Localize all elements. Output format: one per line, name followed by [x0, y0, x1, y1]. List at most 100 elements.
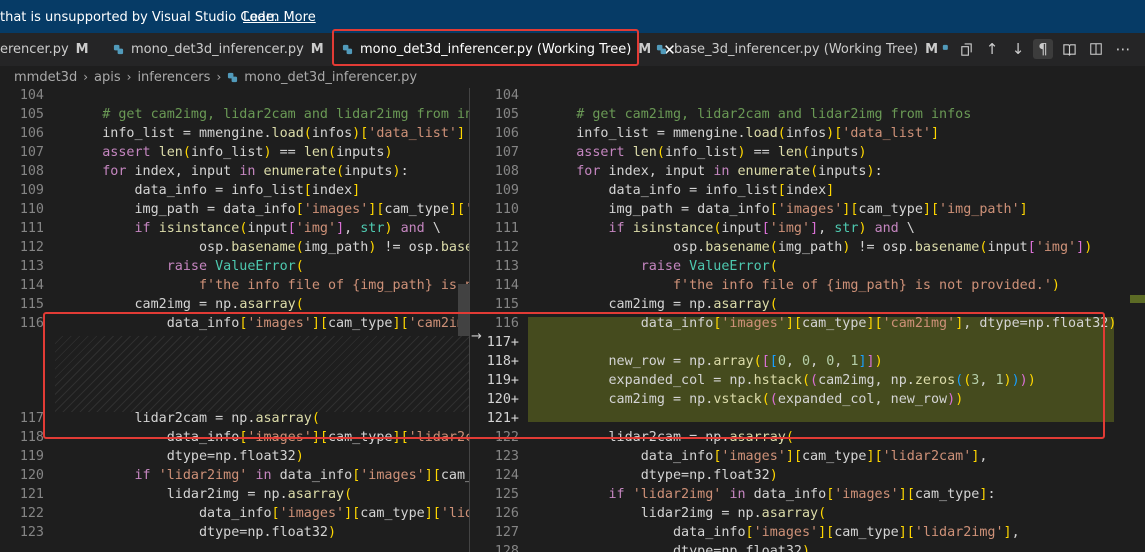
- code-text: info_list = mmengine.load(infos)['data_l…: [70, 126, 466, 141]
- code-line[interactable]: 108 for index, input in enumerate(inputs…: [0, 163, 470, 182]
- right-scrollbar[interactable]: [1114, 88, 1145, 552]
- code-text: osp.basename(img_path) != osp.basename(i…: [70, 240, 470, 255]
- code-line[interactable]: 105 # get cam2img, lidar2cam and lidar2i…: [0, 106, 470, 125]
- line-number: 115: [494, 297, 519, 312]
- code-line[interactable]: 105 # get cam2img, lidar2cam and lidar2i…: [470, 106, 1145, 125]
- line-number: 114: [494, 278, 519, 293]
- code-text: f'the info file of {img_path} is not pro…: [199, 278, 470, 293]
- active-tab-highlight: [332, 29, 639, 66]
- line-number: 112: [19, 240, 44, 255]
- code-text: data_info['images'][cam_type]['lidar2cam…: [544, 449, 988, 464]
- code-text: data_info = info_list[index]: [70, 183, 361, 198]
- code-line[interactable]: 114 f'the info file of {img_path} is not…: [0, 277, 470, 296]
- code-line[interactable]: 119 dtype=np.float32): [0, 448, 470, 467]
- modified-badge: M: [925, 42, 939, 57]
- code-line[interactable]: 106 info_list = mmengine.load(infos)['da…: [470, 125, 1145, 144]
- code-text: if 'lidar2img' in data_info['images'][ca…: [608, 487, 996, 502]
- line-number: 116: [19, 316, 44, 331]
- code-text: if isinstance(input['img'], str) and \: [608, 221, 915, 236]
- scrollbar-change-marker: [1130, 295, 1145, 303]
- code-line[interactable]: 121 lidar2img = np.asarray(: [0, 486, 470, 505]
- code-text: # get cam2img, lidar2cam and lidar2img f…: [102, 107, 470, 122]
- code-text: data_info['images'][cam_type]['lidar2img…: [544, 525, 1020, 540]
- code-text: img_path = data_info['images'][cam_type]…: [70, 202, 470, 217]
- chevron-right-icon: ›: [83, 70, 89, 84]
- arrow-down-icon[interactable]: ↓: [1008, 39, 1028, 59]
- line-number: 114: [19, 278, 44, 293]
- line-number: 110: [494, 202, 519, 217]
- modified-badge: M: [638, 42, 652, 57]
- code-line[interactable]: 120 if 'lidar2img' in data_info['images'…: [0, 467, 470, 486]
- code-line[interactable]: 123 dtype=np.float32): [0, 524, 470, 543]
- line-number: 117: [19, 411, 44, 426]
- code-line[interactable]: 114 f'the info file of {img_path} is not…: [470, 277, 1145, 296]
- code-line[interactable]: 111 if isinstance(input['img'], str) and…: [470, 220, 1145, 239]
- code-line[interactable]: 107 assert len(info_list) == len(inputs): [0, 144, 470, 163]
- line-number: 111: [494, 221, 519, 236]
- code-line[interactable]: 125 if 'lidar2img' in data_info['images'…: [470, 486, 1145, 505]
- code-line[interactable]: 122 data_info['images'][cam_type]['lidar…: [0, 505, 470, 524]
- breadcrumb-apis[interactable]: apis: [94, 70, 121, 85]
- split-editor-icon[interactable]: [1086, 39, 1106, 59]
- banner-message: that is unsupported by Visual Studio Cod…: [0, 10, 278, 25]
- code-line[interactable]: 126 lidar2img = np.asarray(: [470, 505, 1145, 524]
- code-line[interactable]: 110 img_path = data_info['images'][cam_t…: [470, 201, 1145, 220]
- line-number: 105: [19, 107, 44, 122]
- breadcrumb-mmdet3d[interactable]: mmdet3d: [14, 70, 77, 85]
- line-number: 104: [19, 88, 44, 103]
- line-number: 113: [494, 259, 519, 274]
- pilcrow-icon[interactable]: ¶: [1033, 39, 1053, 59]
- code-line[interactable]: 112 osp.basename(img_path) != osp.basena…: [470, 239, 1145, 258]
- book-icon[interactable]: [1059, 39, 1079, 59]
- code-line[interactable]: 113 raise ValueError(: [470, 258, 1145, 277]
- tab-mono-det3d-inferencer[interactable]: mono_det3d_inferencer.py M: [113, 33, 328, 66]
- modified-badge: M: [75, 42, 89, 57]
- chevron-right-icon: ›: [126, 70, 132, 84]
- code-line[interactable]: 123 data_info['images'][cam_type]['lidar…: [470, 448, 1145, 467]
- code-text: data_info = info_list[index]: [544, 183, 835, 198]
- tab-label: mono_det3d_inferencer.py: [131, 42, 304, 57]
- code-text: # get cam2img, lidar2cam and lidar2img f…: [576, 107, 972, 122]
- line-number: 128: [494, 544, 519, 552]
- more-actions-icon[interactable]: ⋯: [1113, 39, 1133, 59]
- code-line[interactable]: 128 dtype=np.float32): [470, 543, 1145, 552]
- breadcrumb: mmdet3d › apis › inferencers › mono_det3…: [0, 66, 1145, 88]
- line-number: 109: [494, 183, 519, 198]
- tab-base-3d-working-tree[interactable]: base_3d_inferencer.py (Working Tree) M: [656, 33, 938, 66]
- code-line[interactable]: 109 data_info = info_list[index]: [0, 182, 470, 201]
- learn-more-link[interactable]: Learn More: [243, 10, 316, 25]
- code-line[interactable]: 109 data_info = info_list[index]: [470, 182, 1145, 201]
- code-line[interactable]: 104: [0, 88, 470, 106]
- line-number: 122: [19, 506, 44, 521]
- arrow-up-icon[interactable]: ↑: [982, 39, 1002, 59]
- code-line[interactable]: 112 osp.basename(img_path) != osp.basena…: [0, 239, 470, 258]
- line-number: 123: [494, 449, 519, 464]
- code-line[interactable]: 107 assert len(info_list) == len(inputs): [470, 144, 1145, 163]
- code-line[interactable]: 127 data_info['images'][cam_type]['lidar…: [470, 524, 1145, 543]
- code-line[interactable]: 106 info_list = mmengine.load(infos)['da…: [0, 125, 470, 144]
- code-line[interactable]: 108 for index, input in enumerate(inputs…: [470, 163, 1145, 182]
- open-file-icon[interactable]: [956, 39, 976, 59]
- line-number: 126: [494, 506, 519, 521]
- code-line[interactable]: 111 if isinstance(input['img'], str) and…: [0, 220, 470, 239]
- code-text: lidar2img = np.asarray(: [544, 506, 827, 521]
- code-text: assert len(info_list) == len(inputs): [576, 145, 867, 160]
- line-number: 127: [494, 525, 519, 540]
- breadcrumb-file[interactable]: mono_det3d_inferencer.py: [244, 70, 417, 85]
- code-line[interactable]: 124 dtype=np.float32): [470, 467, 1145, 486]
- tab-inferencer-partial[interactable]: erencer.py M: [0, 33, 95, 66]
- line-number: 118: [19, 430, 44, 445]
- modified-badge: M: [310, 42, 324, 57]
- line-number: 121: [19, 487, 44, 502]
- code-text: data_info['images'][cam_type]['lidar2img…: [70, 506, 470, 521]
- code-line[interactable]: 113 raise ValueError(: [0, 258, 470, 277]
- code-text: if 'lidar2img' in data_info['images'][ca…: [134, 468, 471, 483]
- code-text: dtype=np.float32): [70, 525, 337, 540]
- line-number: 107: [19, 145, 44, 160]
- python-file-icon: [656, 44, 667, 55]
- breadcrumb-inferencers[interactable]: inferencers: [137, 70, 210, 85]
- code-line[interactable]: 104: [470, 88, 1145, 106]
- code-line[interactable]: 110 img_path = data_info['images'][cam_t…: [0, 201, 470, 220]
- line-number: 110: [19, 202, 44, 217]
- code-text: assert len(info_list) == len(inputs): [102, 145, 393, 160]
